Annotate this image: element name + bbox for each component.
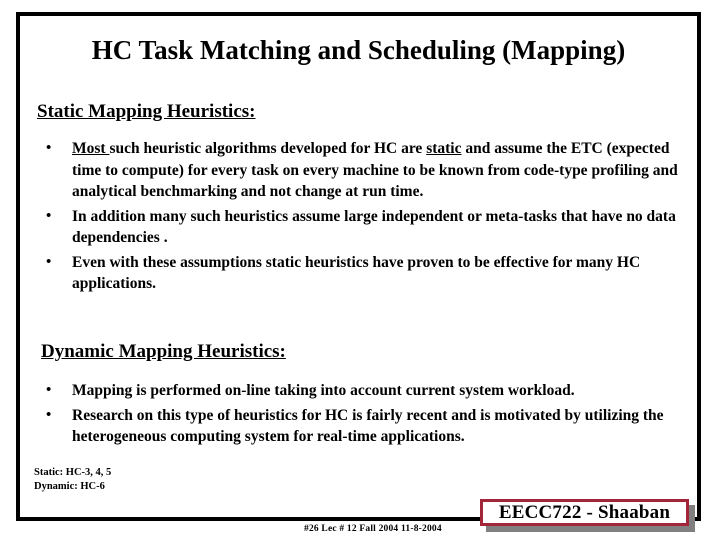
static-bullet-text-segment: static — [426, 140, 462, 157]
dynamic-bullet-text: Research on this type of heuristics for … — [72, 407, 664, 446]
section-heading-static: Static Mapping Heuristics: — [37, 101, 256, 122]
page-title: HC Task Matching and Scheduling (Mapping… — [91, 35, 626, 65]
dynamic-bullet-text-segment: Research on this type of heuristics for … — [72, 406, 664, 446]
static-bullet-text-segment: such heuristic algorithms developed for … — [109, 140, 427, 157]
bullet-dot-icon: • — [46, 253, 52, 270]
dynamic-bullet-text: Mapping is performed on-line taking into… — [72, 382, 575, 399]
static-bullet-text-segment: Even with these assumptions static heuri… — [72, 253, 641, 293]
static-bullet-text: Even with these assumptions static heuri… — [72, 254, 640, 293]
static-bullet-text-segment: In addition many such heuristics assume … — [72, 207, 676, 247]
bullet-dot-icon: • — [46, 207, 52, 224]
static-bullet-item: • Most such heuristic algorithms develope… — [40, 138, 680, 203]
static-bullet-item: • In addition many such heuristics assume… — [40, 206, 680, 249]
bullet-dot-icon: • — [46, 382, 52, 398]
bullet-dot-icon: • — [46, 406, 52, 423]
section-heading-dynamic: Dynamic Mapping Heuristics: — [41, 341, 286, 362]
slide-canvas: HC Task Matching and Scheduling (Mapping… — [0, 0, 720, 540]
dynamic-bullet-text-segment: Mapping is performed on-line taking into… — [72, 382, 575, 399]
static-bullet-text: In addition many such heuristics assume … — [72, 208, 676, 247]
static-bullet-list: • Most such heuristic algorithms develope… — [40, 138, 680, 298]
dynamic-bullet-list: • Mapping is performed on-line taking int… — [40, 380, 680, 451]
static-bullet-text-segment: Most — [72, 140, 110, 157]
dynamic-bullet-item: • Mapping is performed on-line taking int… — [40, 380, 680, 402]
static-bullet-text: Most such heuristic algorithms developed… — [72, 140, 678, 200]
reference-notes: Static: HC-3, 4, 5 Dynamic: HC-6 — [34, 467, 112, 492]
dynamic-bullet-item: • Research on this type of heuristics for… — [40, 405, 680, 448]
static-bullet-item: • Even with these assumptions static heur… — [40, 252, 680, 295]
bullet-dot-icon: • — [46, 140, 52, 156]
slide-footer: #26 Lec # 12 Fall 2004 11-8-2004 — [304, 524, 442, 534]
credit-box: EECC722 - Shaaban — [480, 499, 689, 526]
credit-label: EECC722 - Shaaban — [498, 501, 671, 523]
